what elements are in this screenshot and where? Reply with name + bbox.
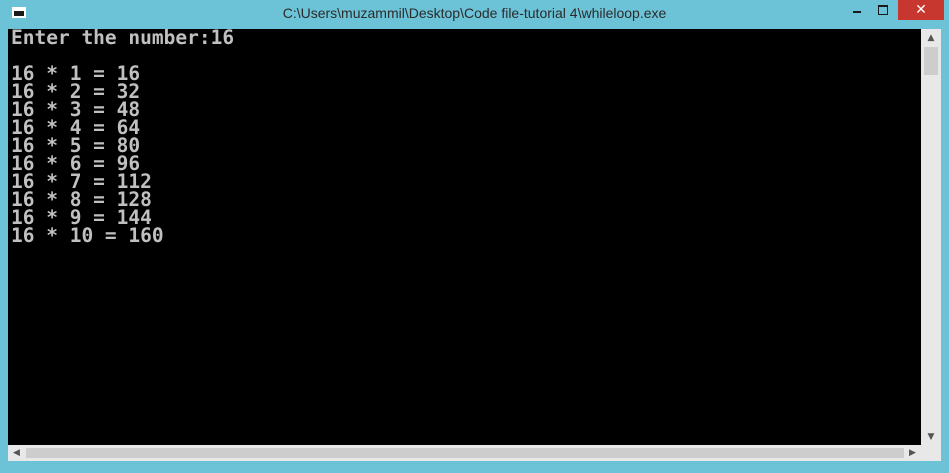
scroll-right-icon[interactable]: ▶ [904, 445, 921, 461]
scrollbar-corner [921, 445, 941, 461]
window-bottom-border [0, 461, 949, 473]
console-output[interactable]: Enter the number:16 16 * 1 = 16 16 * 2 =… [8, 29, 921, 445]
maximize-icon [878, 5, 888, 15]
title-bar[interactable]: C:\Users\muzammil\Desktop\Code file-tuto… [0, 0, 949, 29]
horizontal-scrollbar[interactable]: ◀ ▶ [8, 445, 921, 461]
scroll-left-icon[interactable]: ◀ [8, 445, 25, 461]
close-icon: ✕ [915, 2, 927, 18]
console-line: 16 * 10 = 160 [11, 224, 164, 247]
console-line: Enter the number:16 [11, 29, 235, 49]
minimize-icon [853, 11, 861, 13]
maximize-button[interactable] [871, 0, 895, 20]
scroll-up-icon[interactable]: ▲ [921, 29, 941, 46]
vertical-scrollbar[interactable]: ▲ ▼ [921, 29, 941, 445]
vertical-scroll-thumb[interactable] [924, 47, 938, 75]
window-title: C:\Users\muzammil\Desktop\Code file-tuto… [282, 5, 667, 21]
console-window: C:\Users\muzammil\Desktop\Code file-tuto… [0, 0, 949, 473]
horizontal-scroll-thumb[interactable] [26, 448, 904, 458]
minimize-button[interactable] [845, 0, 869, 20]
close-button[interactable]: ✕ [898, 0, 944, 20]
scroll-down-icon[interactable]: ▼ [921, 428, 941, 445]
